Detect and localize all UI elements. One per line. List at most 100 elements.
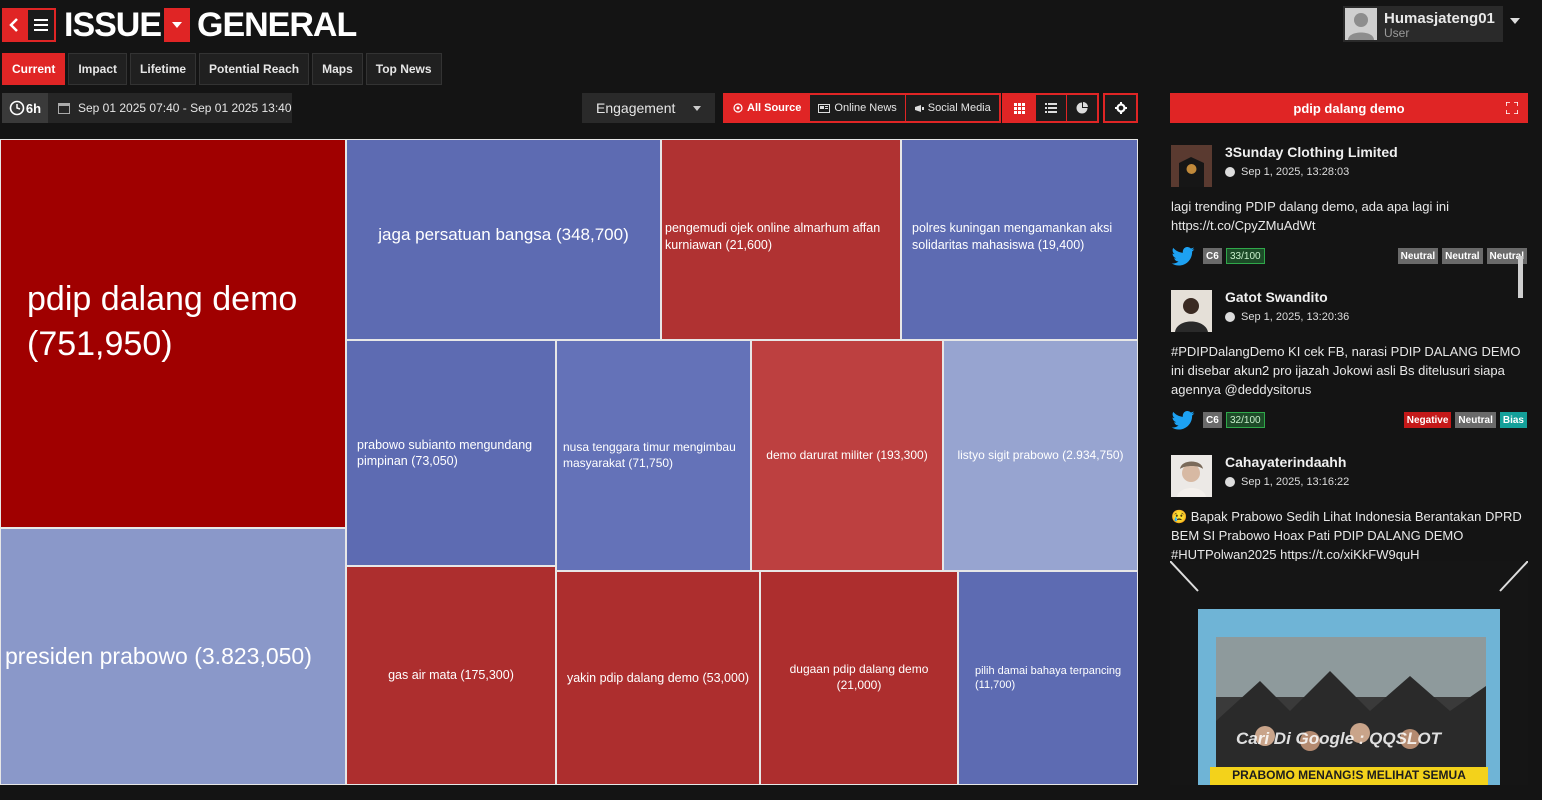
treemap-tile[interactable]: jaga persatuan bangsa (348,700): [346, 139, 661, 340]
list-icon: [1045, 103, 1057, 113]
treemap-tile-label: pdip dalang demo (751,950): [27, 280, 298, 363]
sentiment-badge: Neutral: [1397, 248, 1439, 264]
settings-button[interactable]: [1103, 93, 1138, 123]
post-author[interactable]: 3Sunday Clothing Limited: [1225, 144, 1398, 160]
period-label: 6h: [25, 100, 42, 116]
caret-down-icon: [693, 106, 701, 111]
treemap-tile-label: nusa tenggara timur mengimbau masyarakat…: [563, 439, 736, 470]
time-range-picker[interactable]: 6h Sep 01 2025 07:40 - Sep 01 2025 13:40: [2, 93, 292, 123]
chevron-left-icon: [9, 18, 18, 32]
treemap-tile[interactable]: dugaan pdip dalang demo (21,000): [760, 571, 958, 785]
post-author[interactable]: Cahayaterindaahh: [1225, 454, 1346, 470]
clock-icon: [9, 100, 25, 116]
period-selector[interactable]: 6h: [2, 93, 48, 123]
tab-current[interactable]: Current: [2, 53, 66, 85]
treemap-tile[interactable]: demo darurat militer (193,300): [751, 340, 943, 571]
post-meta: C6 32/100 Negative Neutral Bias: [1171, 410, 1527, 430]
treemap-tile[interactable]: gas air mata (175,300): [346, 566, 556, 785]
channel-badge: C6: [1203, 248, 1222, 264]
media-overlay-text: Cari Di Google : QQSLOT: [1236, 729, 1441, 748]
news-panel-title: pdip dalang demo: [1293, 100, 1405, 116]
score-badge: 33/100: [1226, 248, 1265, 264]
avatar: [1171, 145, 1212, 187]
list-view-button[interactable]: [1035, 95, 1066, 121]
gear-icon: [1114, 102, 1127, 114]
treemap-tile-label: pilih damai bahaya terpancing (11,700): [975, 664, 1122, 691]
user-name: Humasjateng01: [1384, 10, 1495, 27]
expand-icon[interactable]: [1506, 102, 1518, 114]
post-text: 😢 Bapak Prabowo Sedih Lihat Indonesia Be…: [1171, 509, 1522, 562]
grid-icon: [1014, 102, 1025, 114]
menu-button[interactable]: [26, 8, 56, 42]
clock-icon: [1225, 477, 1235, 487]
post-text: lagi trending PDIP dalang demo, ada apa …: [1171, 199, 1450, 233]
source-social-media-button[interactable]: Social Media: [904, 95, 999, 121]
issue-name: GENERAL: [197, 6, 357, 44]
pie-view-button[interactable]: [1066, 95, 1097, 121]
news-feed[interactable]: 3Sunday Clothing Limited Sep 1, 2025, 13…: [1170, 140, 1528, 785]
social-icon: [914, 104, 924, 112]
post-author[interactable]: Gatot Swandito: [1225, 289, 1328, 305]
user-avatar-icon: [1348, 13, 1374, 40]
issue-dropdown-button[interactable]: [164, 8, 190, 42]
treemap-tile[interactable]: pilih damai bahaya terpancing (11,700): [958, 571, 1138, 785]
author-image: [1171, 455, 1212, 497]
user-menu[interactable]: Humasjateng01 User: [1343, 6, 1503, 42]
post-text: #PDIPDalangDemo KI cek FB, narasi PDIP D…: [1171, 344, 1521, 397]
scrollbar-thumb[interactable]: [1518, 256, 1523, 298]
clock-icon: [1225, 167, 1235, 177]
source-filter: All Source Online News Social Media: [723, 93, 1001, 123]
avatar: [1345, 8, 1377, 40]
treemap-tile-label: polres kuningan mengamankan aksi solidar…: [912, 221, 1113, 252]
treemap-tile-label: pengemudi ojek online almarhum affan kur…: [665, 221, 881, 252]
source-social-media-label: Social Media: [927, 102, 991, 114]
metric-select[interactable]: Engagement: [582, 93, 715, 123]
treemap-tile-label: gas air mata (175,300): [388, 668, 514, 683]
news-post[interactable]: Gatot Swandito Sep 1, 2025, 13:20:36 #PD…: [1170, 285, 1528, 450]
treemap-tile-label: prabowo subianto mengundang pimpinan (73…: [357, 437, 533, 468]
twitter-icon[interactable]: [1171, 247, 1195, 266]
issue-treemap: pdip dalang demo (751,950) presiden prab…: [0, 139, 1138, 785]
tab-impact[interactable]: Impact: [68, 53, 128, 85]
treemap-tile[interactable]: polres kuningan mengamankan aksi solidar…: [901, 139, 1138, 340]
news-panel-header: pdip dalang demo: [1170, 93, 1528, 123]
treemap-tile[interactable]: pdip dalang demo (751,950): [0, 139, 346, 528]
source-online-news-button[interactable]: Online News: [809, 95, 905, 121]
sentiment-badge: Neutral: [1442, 248, 1483, 264]
post-meta: C6 33/100 Neutral Neutral Neutral: [1171, 246, 1527, 266]
user-caret-icon[interactable]: [1510, 18, 1520, 24]
hamburger-icon: [34, 19, 48, 31]
tab-top-news[interactable]: Top News: [365, 53, 442, 85]
treemap-tile[interactable]: presiden prabowo (3.823,050): [0, 528, 346, 785]
treemap-tile-label: dugaan pdip dalang demo (21,000): [789, 662, 929, 692]
treemap-tile-label: yakin pdip dalang demo (53,000): [566, 670, 750, 685]
treemap-tile[interactable]: nusa tenggara timur mengimbau masyarakat…: [556, 340, 751, 571]
treemap-tile[interactable]: yakin pdip dalang demo (53,000): [556, 571, 760, 785]
post-media-image[interactable]: Cari Di Google : QQSLOT PRABOMO MENANG!S…: [1170, 561, 1528, 785]
post-time: Sep 1, 2025, 13:28:03: [1241, 166, 1350, 178]
back-button[interactable]: [2, 8, 26, 42]
sentiment-badge: Neutral: [1455, 412, 1496, 428]
post-time: Sep 1, 2025, 13:20:36: [1241, 311, 1350, 323]
sentiment-badges: Neutral Neutral Neutral: [1397, 248, 1527, 264]
date-range-text: Sep 01 2025 07:40 - Sep 01 2025 13:40: [78, 101, 292, 115]
news-post[interactable]: 3Sunday Clothing Limited Sep 1, 2025, 13…: [1170, 140, 1528, 285]
tab-maps[interactable]: Maps: [312, 53, 363, 85]
twitter-icon[interactable]: [1171, 411, 1195, 430]
media-caption: PRABOMO MENANG!S MELIHAT SEMUA: [1232, 768, 1466, 782]
source-all-button[interactable]: All Source: [725, 95, 810, 121]
treemap-tile-label: demo darurat militer (193,300): [766, 447, 928, 462]
tab-potential-reach[interactable]: Potential Reach: [199, 53, 310, 85]
user-role: User: [1384, 26, 1410, 40]
calendar-icon: [58, 102, 70, 114]
treemap-tile[interactable]: listyo sigit prabowo (2.934,750): [943, 340, 1138, 571]
treemap-view-button[interactable]: [1004, 95, 1035, 121]
treemap-tile[interactable]: prabowo subianto mengundang pimpinan (73…: [346, 340, 556, 566]
author-image: [1171, 290, 1212, 332]
caret-down-icon: [172, 22, 182, 28]
metric-label: Engagement: [596, 100, 676, 116]
source-all-label: All Source: [747, 102, 802, 114]
score-badge: 32/100: [1226, 412, 1265, 428]
treemap-tile[interactable]: pengemudi ojek online almarhum affan kur…: [661, 139, 901, 340]
tab-lifetime[interactable]: Lifetime: [130, 53, 197, 85]
